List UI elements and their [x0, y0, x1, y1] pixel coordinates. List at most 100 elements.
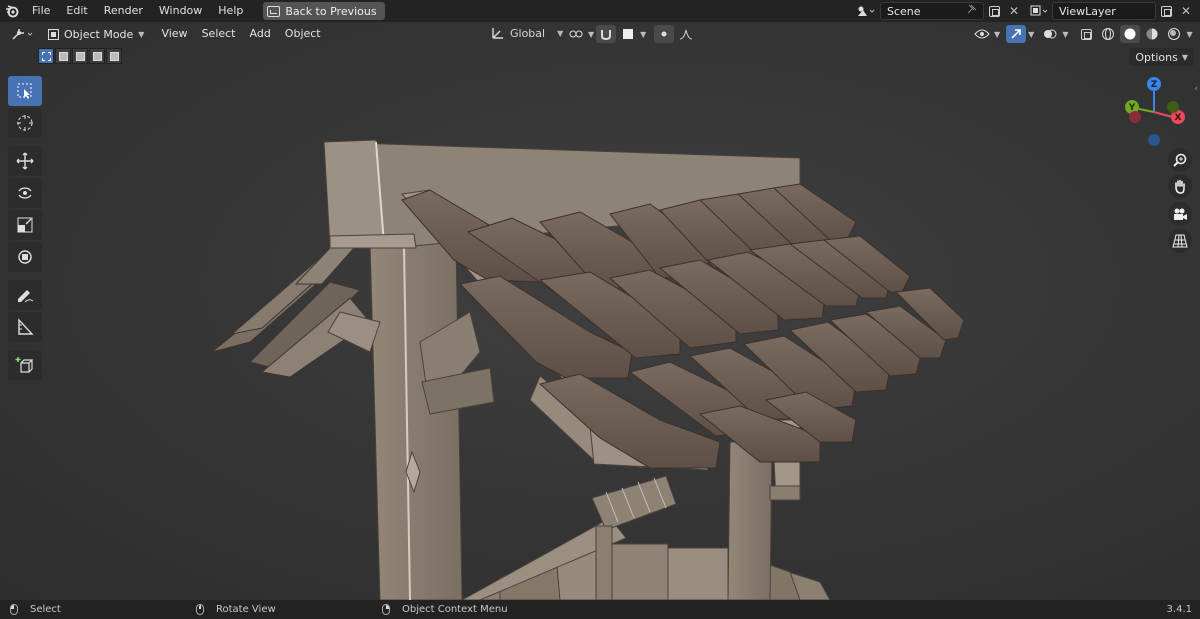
scene-name-field[interactable]: Scene — [880, 2, 984, 20]
snap-toggle-icon[interactable] — [596, 25, 617, 43]
annotate-tool[interactable] — [8, 280, 42, 310]
blender-logo-icon[interactable] — [0, 0, 24, 22]
select-box-icon — [17, 83, 32, 99]
gizmo-z-label: Z — [1151, 80, 1158, 90]
menu-help[interactable]: Help — [210, 0, 251, 22]
object-mode-dropdown[interactable]: Object Mode ▼ — [44, 24, 150, 44]
back-to-previous-label: Back to Previous — [285, 4, 377, 18]
cursor-tool[interactable] — [8, 108, 42, 138]
mouse-left-icon — [10, 604, 18, 615]
gizmo-neg-x-axis[interactable] — [1129, 111, 1141, 123]
scene-browse-button[interactable] — [852, 2, 880, 20]
shading-solid-icon[interactable] — [1120, 25, 1141, 43]
select-extend-button[interactable] — [55, 48, 71, 64]
shading-wireframe-icon[interactable] — [1098, 25, 1118, 43]
select-new-button[interactable] — [38, 48, 54, 64]
delete-view-layer-button[interactable]: ✕ — [1176, 2, 1196, 20]
pan-view-button[interactable] — [1168, 174, 1192, 198]
transform-orientation-dropdown[interactable]: Global ▼ — [490, 25, 563, 41]
shading-material-icon[interactable] — [1142, 25, 1162, 43]
scene-selector: Scene ✕ — [852, 2, 1024, 20]
version-label: 3.4.1 — [1166, 604, 1192, 615]
move-tool[interactable] — [8, 146, 42, 176]
object-mode-icon — [48, 28, 59, 40]
move-icon — [16, 152, 34, 170]
annotate-pencil-icon — [18, 290, 34, 303]
snap-target-icon[interactable] — [618, 25, 638, 43]
select-extend-icon — [58, 51, 68, 61]
delete-scene-button[interactable]: ✕ — [1004, 2, 1024, 20]
menu-add[interactable]: Add — [243, 22, 278, 46]
measure-tool[interactable] — [8, 312, 42, 342]
gizmo-toggle-icon[interactable] — [1006, 25, 1027, 43]
add-cube-tool[interactable] — [8, 350, 42, 380]
viewport-display-controls: ▼ ▼ ▼ ▼ — [972, 25, 1193, 43]
menu-window[interactable]: Window — [151, 0, 210, 22]
select-box-tool[interactable] — [8, 76, 42, 106]
visibility-eye-icon[interactable] — [972, 25, 992, 43]
gizmo-neg-z-axis[interactable] — [1148, 134, 1160, 146]
3d-viewport[interactable]: Object Mode ▼ View Select Add Object Glo… — [0, 22, 1200, 600]
status-select-label: Select — [30, 604, 61, 615]
menu-file[interactable]: File — [24, 0, 58, 22]
view-layer-browse-button[interactable] — [1026, 2, 1052, 20]
status-rotate-hint: Rotate View — [196, 600, 276, 619]
orientation-axes-icon — [492, 28, 503, 39]
roof-left-side — [211, 247, 371, 378]
sidebar-toggle-icon[interactable]: ‹ — [1194, 84, 1198, 94]
hand-icon — [1175, 179, 1185, 194]
menu-render[interactable]: Render — [96, 0, 151, 22]
falloff-curve-icon[interactable] — [676, 25, 696, 43]
scale-icon — [17, 217, 33, 233]
view-layer-selector: ViewLayer ✕ — [1026, 2, 1196, 20]
select-subtract-button[interactable] — [72, 48, 88, 64]
viewport-header: Object Mode ▼ View Select Add Object Glo… — [0, 22, 1200, 46]
select-invert-button[interactable] — [89, 48, 105, 64]
rotate-tool[interactable] — [8, 178, 42, 208]
left-post — [369, 241, 463, 600]
overlays-icon[interactable] — [1040, 25, 1060, 43]
new-scene-button[interactable] — [984, 2, 1004, 20]
gizmo-x-label: X — [1175, 113, 1182, 123]
menu-object[interactable]: Object — [278, 22, 328, 46]
view-layer-name-field[interactable]: ViewLayer — [1052, 2, 1156, 20]
editor-type-button[interactable] — [6, 25, 40, 43]
pin-icon[interactable] — [966, 4, 977, 18]
zoom-magnifier-icon — [1173, 153, 1187, 167]
shading-rendered-icon[interactable] — [1164, 25, 1184, 43]
mouse-middle-icon — [196, 604, 204, 615]
status-rotate-label: Rotate View — [216, 604, 276, 615]
menu-view[interactable]: View — [154, 22, 194, 46]
measure-ruler-icon — [18, 318, 34, 335]
xray-toggle-icon[interactable] — [1076, 25, 1096, 43]
scale-tool[interactable] — [8, 210, 42, 240]
status-context-label: Object Context Menu — [402, 604, 508, 615]
gizmo-neg-y-axis[interactable] — [1167, 101, 1179, 113]
camera-icon — [1174, 208, 1187, 220]
camera-view-button[interactable] — [1168, 202, 1192, 226]
select-new-icon — [41, 51, 51, 61]
options-dropdown[interactable]: Options ▼ — [1129, 48, 1194, 66]
status-bar: Select Rotate View Object Context Menu 3… — [0, 600, 1200, 619]
zoom-view-button[interactable] — [1168, 148, 1192, 172]
add-cube-icon — [15, 357, 34, 373]
grid-perspective-icon — [1172, 234, 1188, 248]
transform-tool[interactable] — [8, 242, 42, 272]
object-mode-label: Object Mode — [64, 27, 134, 41]
scene-name: Scene — [887, 4, 921, 18]
menu-edit[interactable]: Edit — [58, 0, 95, 22]
new-view-layer-button[interactable] — [1156, 2, 1176, 20]
status-context-hint: Object Context Menu — [382, 600, 508, 619]
cursor-icon — [17, 115, 33, 131]
pivot-point-icon[interactable] — [566, 25, 586, 43]
back-to-previous-button[interactable]: Back to Previous — [263, 2, 385, 20]
transform-icon — [18, 250, 32, 264]
menu-select[interactable]: Select — [195, 22, 243, 46]
rotate-icon — [18, 187, 32, 199]
navigation-gizmo[interactable]: Z X Y — [1118, 74, 1190, 154]
transform-orientation-label: Global — [510, 26, 546, 40]
proportional-edit-icon[interactable] — [654, 25, 675, 43]
select-intersect-button[interactable] — [106, 48, 122, 64]
selection-mode-buttons — [38, 48, 122, 64]
perspective-toggle-button[interactable] — [1168, 229, 1192, 253]
